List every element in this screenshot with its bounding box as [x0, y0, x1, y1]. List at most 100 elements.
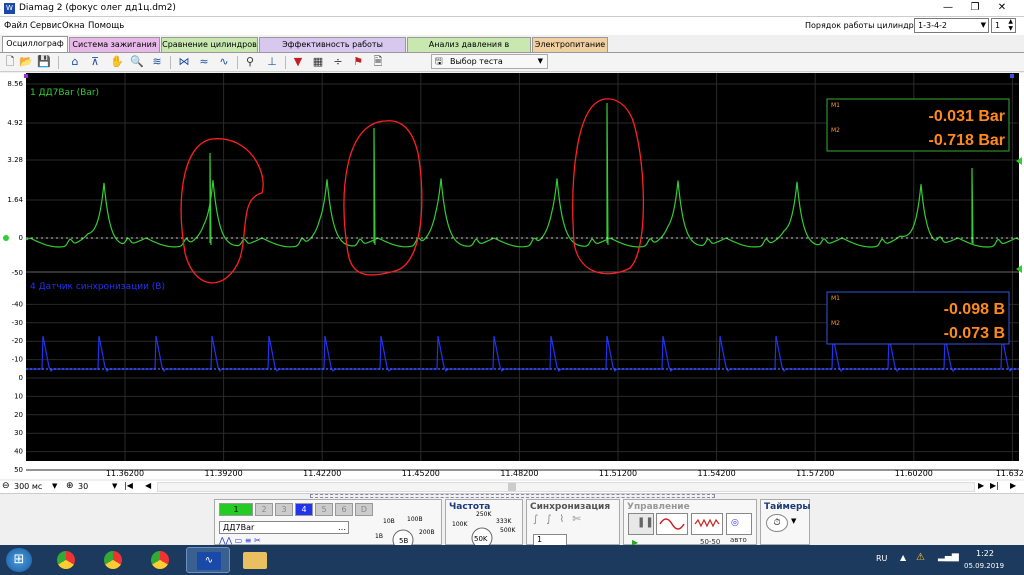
chevron-down-icon[interactable]: ▼: [52, 482, 57, 490]
tab-cylinder-efficiency[interactable]: Эффективность работы цилиндров: [259, 37, 406, 62]
chrome-icon: [151, 551, 169, 569]
cursor-icon[interactable]: ⌂: [68, 55, 82, 69]
new-file-icon[interactable]: 🗋: [3, 55, 17, 69]
taskbar-explorer[interactable]: [233, 547, 277, 573]
horizontal-scrollbar[interactable]: [157, 482, 975, 492]
scroll-left-icon[interactable]: ◀: [145, 481, 151, 490]
scale-icon[interactable]: ⊥: [265, 55, 279, 69]
voltage-knob[interactable]: 5В 1В 10В 100В 200В: [373, 514, 439, 546]
channel-button-label: D: [360, 505, 368, 514]
tab-cylinder-compare[interactable]: Сравнение цилиндров: [161, 37, 258, 52]
menu-service[interactable]: Сервис: [30, 21, 62, 31]
tab-pressure-analysis[interactable]: Анализ давления в цилиндре: [407, 37, 531, 62]
timer-icon[interactable]: ⏱: [766, 514, 788, 532]
window-title: Diamag 2 (фокус олег дд1ц.dm2): [19, 3, 176, 13]
table-icon[interactable]: ▦: [311, 55, 325, 69]
taskbar-chrome-2[interactable]: [92, 547, 136, 573]
y-tick-label: 0: [19, 374, 23, 382]
tab-oscilloscope[interactable]: Осциллограф: [2, 36, 68, 52]
network-icon[interactable]: ▂▄▆: [938, 552, 959, 562]
pulse-mode-button[interactable]: [691, 513, 723, 535]
scroll-right-icon[interactable]: ▶: [978, 481, 984, 490]
channel-filter-icon[interactable]: ▼: [291, 55, 305, 69]
channel-button-d[interactable]: D: [355, 503, 373, 516]
y-tick-label: -30: [12, 319, 23, 327]
channel-button-1[interactable]: 1: [219, 503, 253, 516]
chevron-down-icon[interactable]: ▼: [791, 517, 796, 525]
zoom-out-icon[interactable]: ⊖: [2, 481, 10, 491]
save-icon[interactable]: 💾: [37, 55, 51, 69]
clock-time: 1:22: [976, 549, 994, 558]
sync-mode-icons[interactable]: ∫∫⌇✄: [533, 514, 589, 525]
notes-icon[interactable]: 🗎: [371, 55, 385, 69]
y-tick-label: 10: [14, 392, 23, 400]
marker-icon[interactable]: ⚑: [351, 55, 365, 69]
chevron-down-icon: ▼: [980, 21, 986, 29]
maximize-button[interactable]: ❐: [962, 0, 988, 17]
language-indicator[interactable]: RU: [876, 554, 887, 563]
menu-file[interactable]: Файл: [4, 21, 27, 31]
probe-icons[interactable]: ⋀⋀ ▭ ≡ ✂: [219, 536, 309, 545]
hand-icon[interactable]: ✋: [110, 55, 124, 69]
scrollbar-thumb[interactable]: [508, 483, 516, 491]
cursor-marker-left[interactable]: [24, 74, 28, 78]
time-tick-label: 11.45200: [402, 469, 440, 478]
minimize-button[interactable]: —: [935, 0, 961, 17]
pause-button[interactable]: ❚❚: [628, 513, 654, 535]
scroll-next-icon[interactable]: ▶: [1010, 481, 1016, 490]
tray-arrow-icon[interactable]: ▲: [900, 553, 906, 562]
channel-button-5[interactable]: 5: [315, 503, 333, 516]
toolbar-divider: [58, 56, 59, 69]
knob-label-100v: 100В: [407, 516, 423, 523]
timebase-value[interactable]: 300 мс: [14, 482, 42, 491]
menu-windows[interactable]: Окна: [62, 21, 85, 31]
start-button[interactable]: ⊞: [6, 548, 32, 572]
probe-icon[interactable]: ⚲: [243, 55, 257, 69]
oscilloscope-display[interactable]: 1 ДД7Bar (Bar) 4 Датчик синхронизации (В…: [0, 73, 1024, 479]
chevron-down-icon[interactable]: ▼: [112, 482, 117, 490]
scroll-end-icon[interactable]: ▶|: [990, 481, 999, 490]
panel-splitter[interactable]: [310, 494, 715, 498]
tab-power-supply[interactable]: Электропитание: [532, 37, 608, 52]
split-icon[interactable]: ÷: [331, 55, 345, 69]
channel4-label: 4 Датчик синхронизации (В): [30, 282, 165, 292]
channel1-offset-marker[interactable]: [3, 235, 9, 241]
open-folder-icon[interactable]: 📂: [19, 55, 33, 69]
cursor-marker-right[interactable]: [1010, 74, 1014, 78]
taskbar-diamag[interactable]: ∿: [186, 547, 230, 573]
channel4-measure-box: M1 M2 -0.098 В -0.073 В: [826, 291, 1010, 345]
tray-app-icon[interactable]: ⚠: [916, 552, 925, 563]
test-select-label: Выбор теста: [450, 57, 503, 66]
overlay-icon[interactable]: ≈: [197, 55, 211, 69]
close-button[interactable]: ✕: [989, 0, 1015, 17]
taskbar-chrome-3[interactable]: [139, 547, 183, 573]
zoom-value[interactable]: 30: [78, 482, 88, 491]
y-tick-label: 40: [14, 448, 23, 456]
knob-label-1v: 1В: [375, 533, 383, 540]
measure-icon[interactable]: ⊼: [88, 55, 102, 69]
channel1-measure-box: M1 M2 -0.031 Bar -0.718 Bar: [826, 98, 1010, 152]
test-select[interactable]: 🖫 Выбор теста ▼: [431, 54, 548, 69]
scroll-start-icon[interactable]: |◀: [124, 481, 133, 490]
time-tick-label: 11.6320: [996, 469, 1024, 478]
taskbar-chrome-1[interactable]: [45, 547, 89, 573]
sensor-select[interactable]: ДД7Bar…: [219, 521, 349, 534]
tab-ignition[interactable]: Система зажигания: [69, 37, 160, 52]
spin-arrows-icon[interactable]: ▲ ▼: [1008, 18, 1013, 32]
channel-button-3[interactable]: 3: [275, 503, 293, 516]
zoom-icon[interactable]: 🔍: [130, 55, 144, 69]
cylinder-spin-input[interactable]: 1 ▲ ▼: [991, 18, 1016, 33]
filter-icon[interactable]: ≋: [150, 55, 164, 69]
channel-button-4[interactable]: 4: [295, 503, 313, 516]
sine-mode-button[interactable]: [656, 513, 688, 535]
waveform-icon[interactable]: ∿: [217, 55, 231, 69]
menu-help[interactable]: Помощь: [88, 21, 124, 31]
cylinder-order-select[interactable]: 1-3-4-2 ▼: [914, 18, 989, 33]
channel-button-6[interactable]: 6: [335, 503, 353, 516]
auto-setup-button[interactable]: ◎: [726, 513, 752, 535]
frequency-knob[interactable]: 50K 100K 250K 333K 500K: [450, 510, 522, 546]
control-label-auto: авто: [730, 536, 747, 544]
compress-icon[interactable]: ⋈: [177, 55, 191, 69]
zoom-in-icon[interactable]: ⊕: [66, 481, 74, 491]
channel-button-2[interactable]: 2: [255, 503, 273, 516]
